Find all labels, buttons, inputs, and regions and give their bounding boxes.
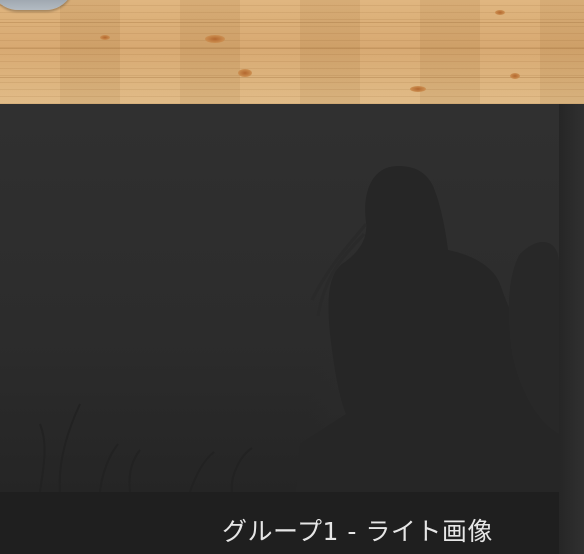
wood-knot (238, 69, 252, 77)
wood-knot (495, 10, 505, 15)
grass-silhouette (39, 403, 253, 492)
silhouette-scene (39, 166, 559, 492)
wood-knot (205, 35, 225, 43)
image-caption: グループ1 - ライト画像 (222, 517, 493, 546)
wood-knot (100, 35, 110, 40)
wood-texture-image (0, 0, 584, 104)
adjacent-image-edge (559, 104, 584, 554)
wood-knot (510, 73, 520, 79)
metal-bowl-edge (0, 0, 74, 10)
adjacent-image-text-pattern (573, 112, 579, 312)
plank-line (0, 77, 584, 78)
plank-line (0, 48, 584, 49)
plank-line (0, 22, 584, 23)
silhouette-photo-image[interactable] (0, 104, 559, 492)
wood-knot (410, 86, 426, 92)
